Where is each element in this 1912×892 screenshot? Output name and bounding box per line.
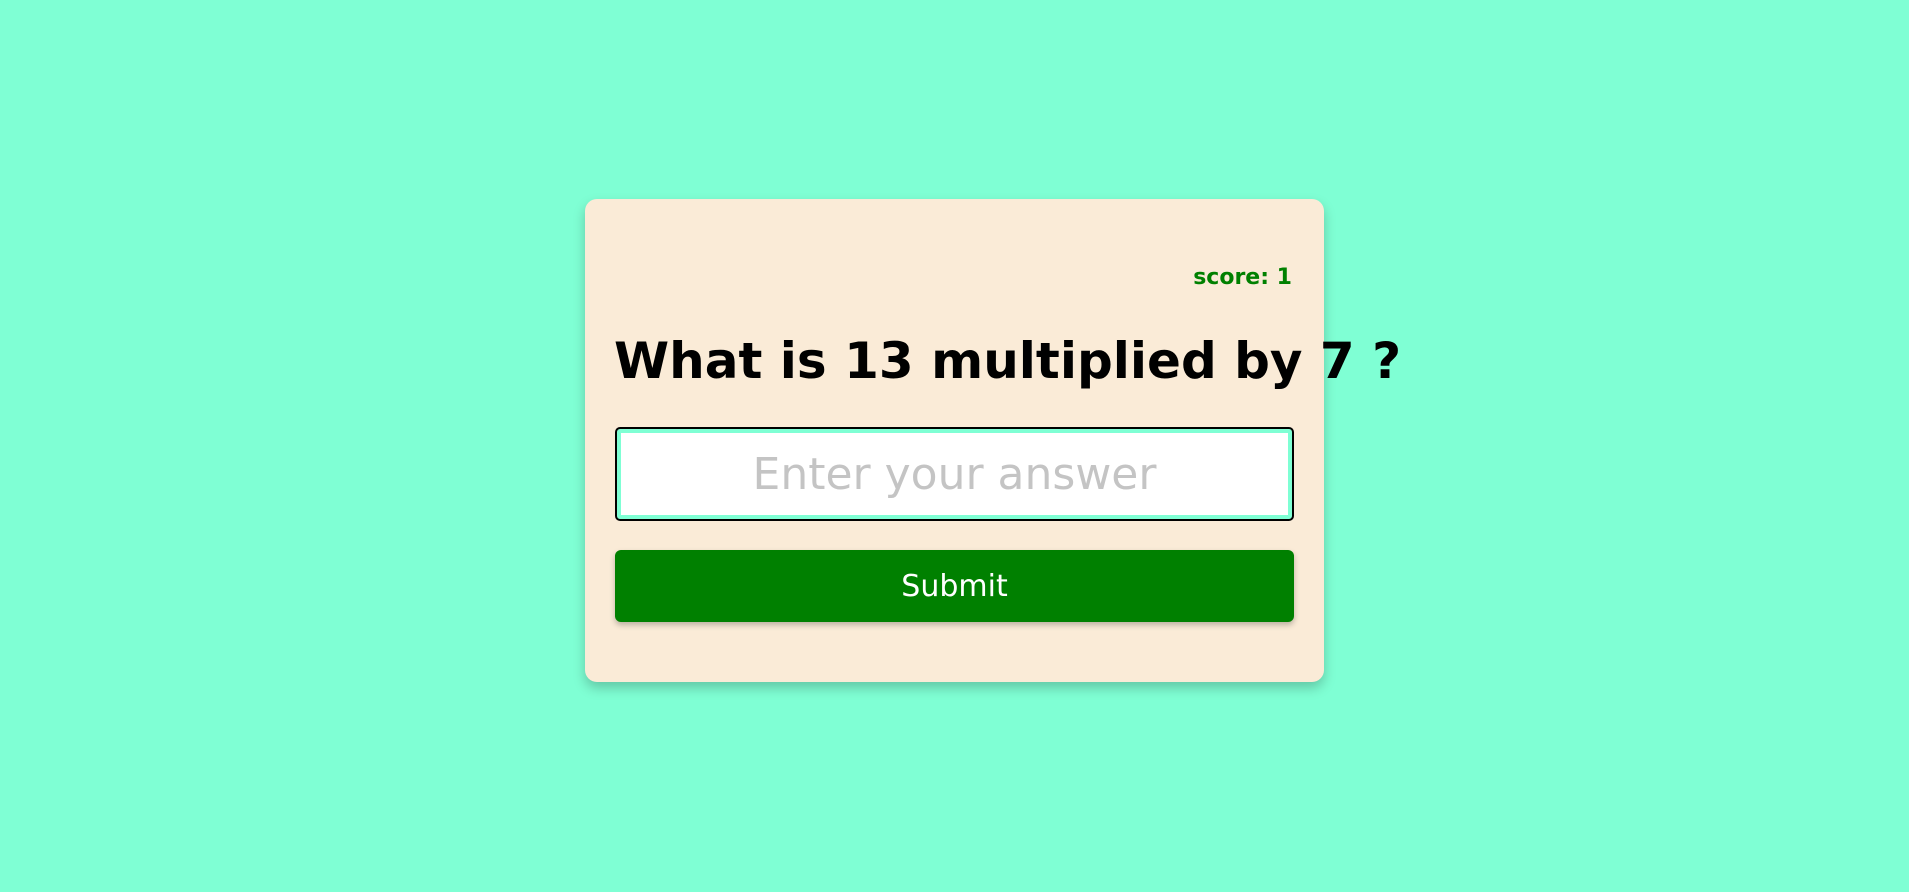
score-display: score: 1 [1193,265,1292,290]
answer-input[interactable] [615,427,1294,521]
quiz-card: score: 1 What is 13 multiplied by 7 ? Su… [585,199,1402,682]
submit-button[interactable]: Submit [615,550,1294,622]
question-text: What is 13 multiplied by 7 ? [614,332,1402,390]
